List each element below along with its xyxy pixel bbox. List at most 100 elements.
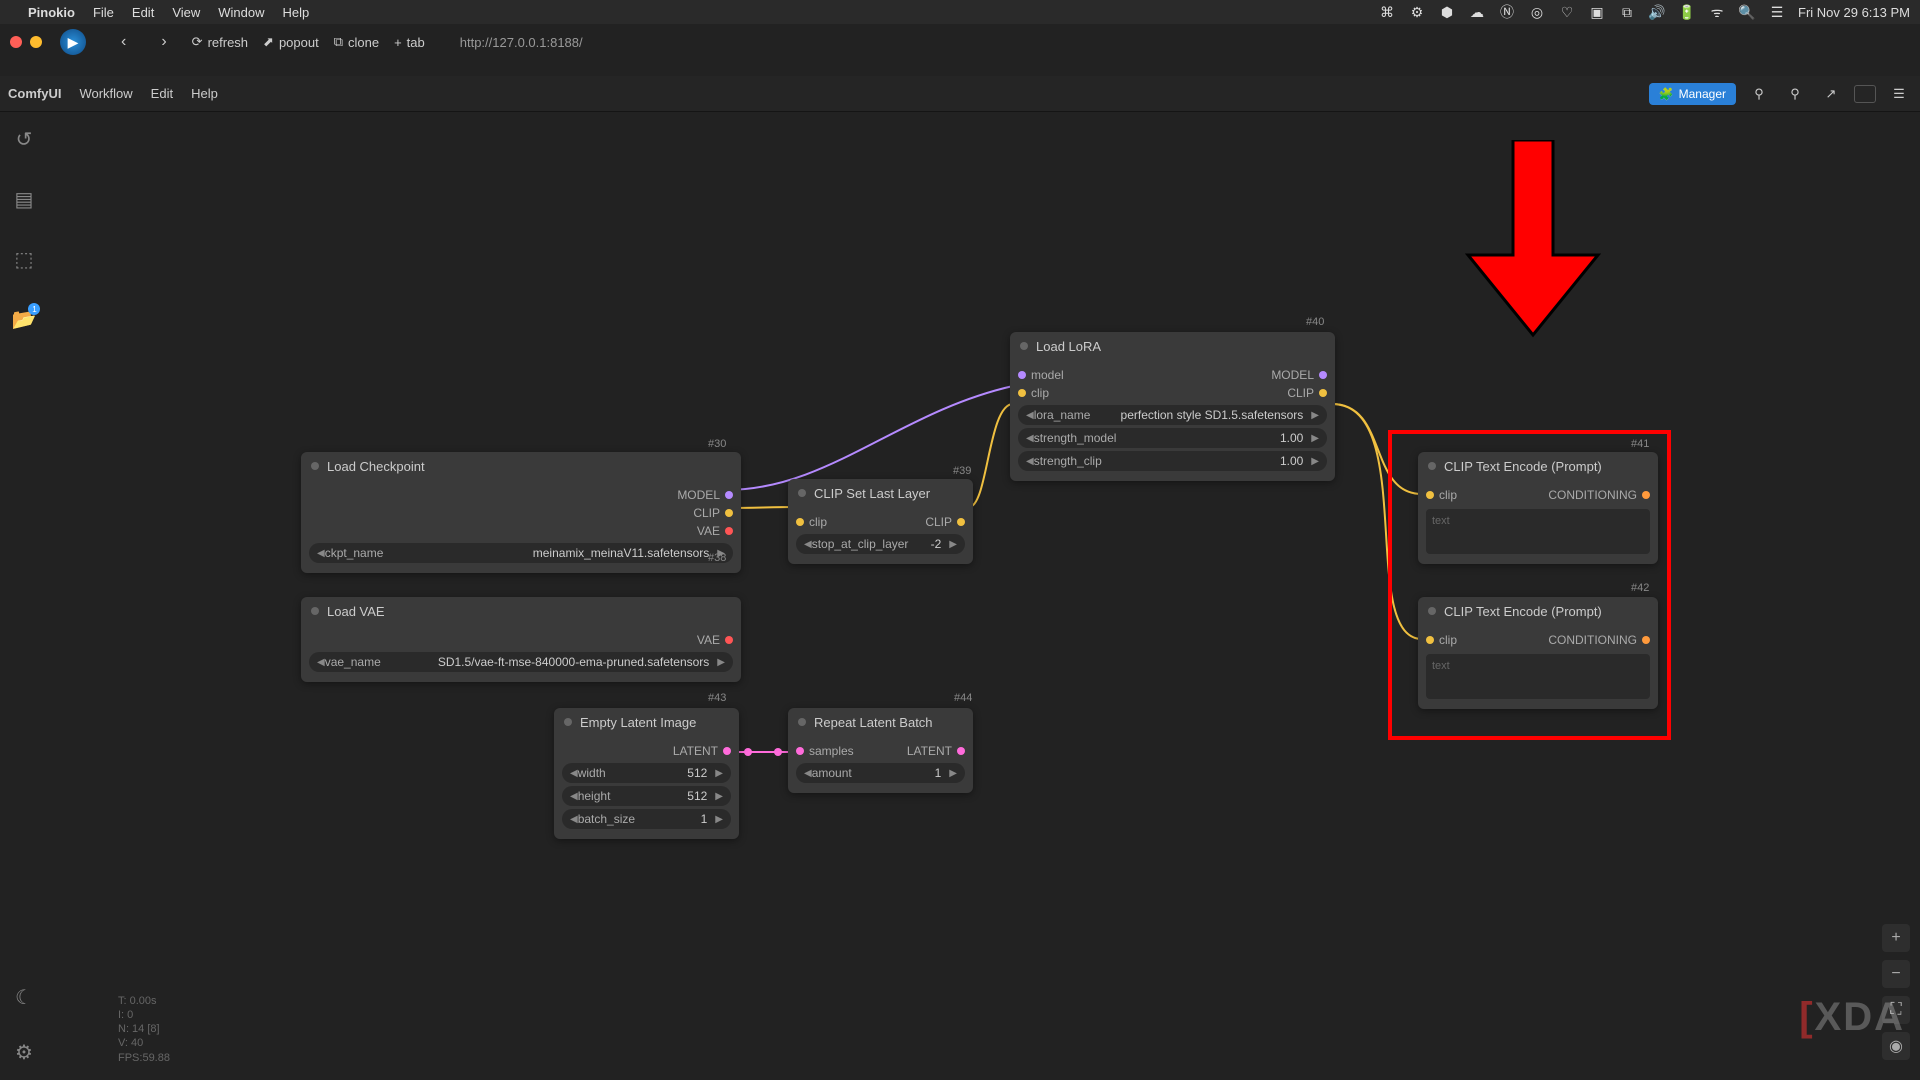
back-button[interactable]: ‹ bbox=[111, 33, 136, 51]
node-title: Load LoRA bbox=[1036, 339, 1101, 354]
node-id: #44 bbox=[954, 692, 972, 704]
strength-model-widget[interactable]: ◀strength_model1.00▶ bbox=[1018, 428, 1327, 448]
node-load-checkpoint[interactable]: Load Checkpoint MODEL CLIP VAE ◀ckpt_nam… bbox=[301, 452, 741, 573]
node-title: CLIP Set Last Layer bbox=[814, 486, 930, 501]
control-center-icon[interactable]: ☰ bbox=[1768, 3, 1786, 21]
tray-icon-3[interactable]: ⬢ bbox=[1438, 3, 1456, 21]
moon-icon[interactable]: ☾ bbox=[15, 985, 33, 1010]
folder-icon[interactable]: 📂1 bbox=[12, 307, 37, 332]
battery-icon[interactable]: 🔋 bbox=[1678, 3, 1696, 21]
lora-name-widget[interactable]: ◀lora_nameperfection style SD1.5.safeten… bbox=[1018, 405, 1327, 425]
share-icon[interactable]: ↗ bbox=[1818, 81, 1844, 107]
pinokio-toolbar: ▶ ‹ › ⟳refresh ⬈popout ⧉clone +tab http:… bbox=[50, 24, 1920, 60]
tray-icon-5[interactable]: Ⓝ bbox=[1498, 3, 1516, 21]
node-repeat-latent-batch[interactable]: Repeat Latent Batch samplesLATENT ◀amoun… bbox=[788, 708, 973, 793]
height-widget[interactable]: ◀height512▶ bbox=[562, 786, 731, 806]
node-clip-text-encode-1[interactable]: CLIP Text Encode (Prompt) clipCONDITIONI… bbox=[1418, 452, 1658, 564]
tray-icon-9[interactable]: ⧉ bbox=[1618, 3, 1636, 21]
comfyui-brand: ComfyUI bbox=[8, 86, 61, 101]
prompt-textarea-2[interactable]: text bbox=[1426, 654, 1650, 699]
cube-icon[interactable]: ⬚ bbox=[15, 247, 34, 272]
left-sidebar: ↺ ▤ ⬚ 📂1 ☾ ⚙ bbox=[0, 112, 48, 1080]
manager-button[interactable]: 🧩Manager bbox=[1649, 83, 1736, 105]
forward-button[interactable]: › bbox=[151, 33, 176, 51]
strength-clip-widget[interactable]: ◀strength_clip1.00▶ bbox=[1018, 451, 1327, 471]
tray-icon-2[interactable]: ⚙ bbox=[1408, 3, 1426, 21]
close-window-button[interactable] bbox=[10, 36, 22, 48]
node-id: #39 bbox=[953, 465, 971, 477]
wifi-icon[interactable]: ᯤ bbox=[1708, 3, 1726, 21]
puzzle-icon: 🧩 bbox=[1659, 87, 1674, 101]
appbar-help[interactable]: Help bbox=[191, 86, 218, 101]
node-load-lora[interactable]: Load LoRA modelMODEL clipCLIP ◀lora_name… bbox=[1010, 332, 1335, 481]
menubar-help[interactable]: Help bbox=[283, 5, 310, 20]
node-id: #42 bbox=[1631, 582, 1649, 594]
node-id: #30 bbox=[708, 438, 726, 450]
node-title: Repeat Latent Batch bbox=[814, 715, 933, 730]
macos-menubar: Pinokio File Edit View Window Help ⌘ ⚙ ⬢… bbox=[0, 0, 1920, 24]
menu-icon[interactable]: ☰ bbox=[1886, 81, 1912, 107]
refresh-button[interactable]: ⟳refresh bbox=[192, 34, 248, 50]
node-id: #38 bbox=[708, 552, 726, 564]
menubar-view[interactable]: View bbox=[172, 5, 200, 20]
menubar-app[interactable]: Pinokio bbox=[28, 5, 75, 20]
search-icon[interactable]: 🔍 bbox=[1738, 3, 1756, 21]
node-id: #41 bbox=[1631, 438, 1649, 450]
zoom-out-button[interactable]: − bbox=[1882, 960, 1910, 988]
stop-at-clip-layer-widget[interactable]: ◀stop_at_clip_layer-2▶ bbox=[796, 534, 965, 554]
node-load-vae[interactable]: Load VAE VAE ◀vae_nameSD1.5/vae-ft-mse-8… bbox=[301, 597, 741, 682]
node-title: Load VAE bbox=[327, 604, 385, 619]
node-title: CLIP Text Encode (Prompt) bbox=[1444, 604, 1602, 619]
folder-badge: 1 bbox=[28, 303, 40, 315]
tray-icon-4[interactable]: ☁ bbox=[1468, 3, 1486, 21]
annotation-arrow-icon bbox=[1458, 140, 1608, 340]
tray-icon-1[interactable]: ⌘ bbox=[1378, 3, 1396, 21]
tray-icon-8[interactable]: ▣ bbox=[1588, 3, 1606, 21]
settings-icon[interactable]: ⚙ bbox=[15, 1040, 33, 1065]
menubar-file[interactable]: File bbox=[93, 5, 114, 20]
comfyui-appbar: ComfyUI Workflow Edit Help 🧩Manager ⚲ ⚲ … bbox=[0, 76, 1920, 112]
performance-stats: T: 0.00s I: 0 N: 14 [8] V: 40 FPS:59.88 bbox=[118, 994, 170, 1065]
node-empty-latent-image[interactable]: Empty Latent Image LATENT ◀width512▶ ◀he… bbox=[554, 708, 739, 839]
pinokio-logo-icon[interactable]: ▶ bbox=[60, 29, 86, 55]
node-id: #43 bbox=[708, 692, 726, 704]
node-canvas[interactable]: #30 Load Checkpoint MODEL CLIP VAE ◀ckpt… bbox=[48, 112, 1920, 1080]
appbar-icon-1[interactable]: ⚲ bbox=[1746, 81, 1772, 107]
connection-wires bbox=[48, 112, 1920, 1080]
node-id: #40 bbox=[1306, 316, 1324, 328]
prompt-textarea-1[interactable]: text bbox=[1426, 509, 1650, 554]
tray-icon-7[interactable]: ♡ bbox=[1558, 3, 1576, 21]
popout-icon: ⬈ bbox=[263, 34, 274, 50]
clone-button[interactable]: ⧉clone bbox=[334, 34, 379, 50]
appbar-edit[interactable]: Edit bbox=[151, 86, 173, 101]
menubar-clock[interactable]: Fri Nov 29 6:13 PM bbox=[1798, 5, 1910, 20]
ckpt-name-widget[interactable]: ◀ckpt_namemeinamix_meinaV11.safetensors▶ bbox=[309, 543, 733, 563]
menubar-window[interactable]: Window bbox=[218, 5, 264, 20]
amount-widget[interactable]: ◀amount1▶ bbox=[796, 763, 965, 783]
width-widget[interactable]: ◀width512▶ bbox=[562, 763, 731, 783]
node-clip-text-encode-2[interactable]: CLIP Text Encode (Prompt) clipCONDITIONI… bbox=[1418, 597, 1658, 709]
tab-button[interactable]: +tab bbox=[394, 35, 425, 50]
notes-icon[interactable]: ▤ bbox=[15, 187, 34, 212]
tray-icon-6[interactable]: ◎ bbox=[1528, 3, 1546, 21]
menubar-edit[interactable]: Edit bbox=[132, 5, 154, 20]
node-title: CLIP Text Encode (Prompt) bbox=[1444, 459, 1602, 474]
panel-icon[interactable] bbox=[1854, 85, 1876, 103]
url-display[interactable]: http://127.0.0.1:8188/ bbox=[460, 35, 583, 50]
vae-name-widget[interactable]: ◀vae_nameSD1.5/vae-ft-mse-840000-ema-pru… bbox=[309, 652, 733, 672]
volume-icon[interactable]: 🔊 bbox=[1648, 3, 1666, 21]
appbar-icon-2[interactable]: ⚲ bbox=[1782, 81, 1808, 107]
plus-icon: + bbox=[394, 35, 402, 50]
minimize-window-button[interactable] bbox=[30, 36, 42, 48]
popout-button[interactable]: ⬈popout bbox=[263, 34, 319, 50]
appbar-workflow[interactable]: Workflow bbox=[79, 86, 132, 101]
batch-size-widget[interactable]: ◀batch_size1▶ bbox=[562, 809, 731, 829]
node-clip-set-last-layer[interactable]: CLIP Set Last Layer clipCLIP ◀stop_at_cl… bbox=[788, 479, 973, 564]
clone-icon: ⧉ bbox=[334, 34, 343, 50]
node-title: Empty Latent Image bbox=[580, 715, 696, 730]
refresh-icon: ⟳ bbox=[192, 34, 203, 50]
history-icon[interactable]: ↺ bbox=[16, 127, 33, 152]
xda-watermark: [XDA bbox=[1799, 995, 1905, 1040]
zoom-in-button[interactable]: + bbox=[1882, 924, 1910, 952]
node-title: Load Checkpoint bbox=[327, 459, 425, 474]
